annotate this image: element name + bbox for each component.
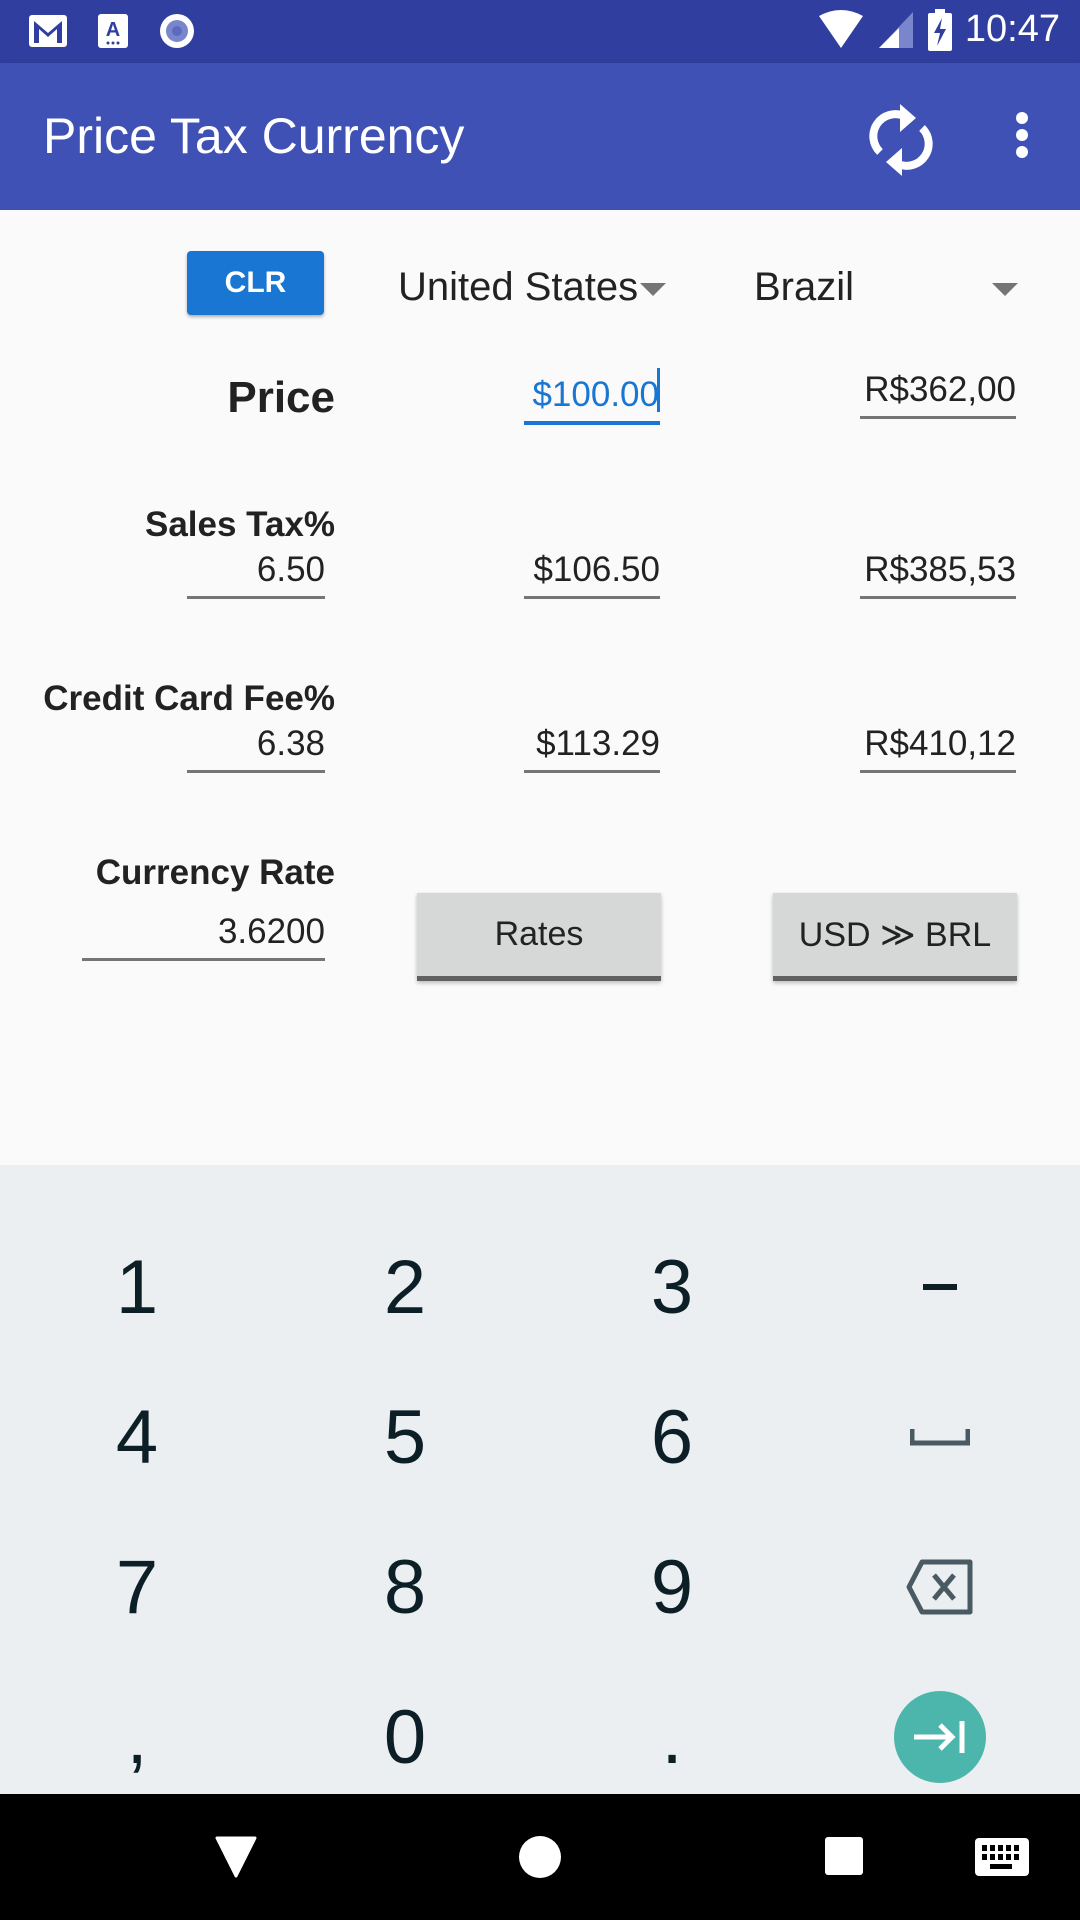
refresh-button[interactable] <box>866 100 936 176</box>
minus-icon <box>923 1284 957 1290</box>
key-space[interactable] <box>840 1367 1040 1507</box>
svg-text:A: A <box>106 19 120 41</box>
credit-card-fee-from-total: $113.29 <box>524 724 660 773</box>
key-1[interactable]: 1 <box>37 1217 237 1357</box>
swap-currency-button[interactable]: USD ≫ BRL <box>773 893 1017 981</box>
price-input-value: $100.00 <box>532 375 659 414</box>
key-7[interactable]: 7 <box>37 1517 237 1657</box>
space-icon <box>910 1429 970 1446</box>
currency-rate-label: Currency Rate <box>95 853 335 892</box>
key-2[interactable]: 2 <box>305 1217 505 1357</box>
to-country-spinner[interactable]: Brazil <box>754 265 1024 310</box>
recents-icon[interactable] <box>824 1836 864 1876</box>
signal-icon <box>878 11 913 48</box>
currency-rate-input[interactable]: 3.6200 <box>82 912 325 961</box>
battery-charging-icon <box>927 8 952 51</box>
dropdown-arrow-icon <box>992 283 1018 296</box>
gmail-icon <box>29 15 67 47</box>
app-bar: Price Tax Currency <box>0 63 1080 210</box>
to-country-value: Brazil <box>754 265 855 309</box>
text-cursor <box>657 368 660 412</box>
sales-tax-from-total: $106.50 <box>524 550 660 599</box>
rates-button[interactable]: Rates <box>417 893 661 981</box>
key-minus[interactable] <box>840 1217 1040 1357</box>
next-field-button <box>894 1691 986 1783</box>
home-icon[interactable] <box>519 1836 561 1878</box>
credit-card-fee-input[interactable]: 6.38 <box>187 724 325 773</box>
app-title: Price Tax Currency <box>43 108 465 164</box>
status-bar: A 10:47 <box>0 0 1080 63</box>
refresh-icon <box>869 104 933 176</box>
key-0[interactable]: 0 <box>305 1667 505 1807</box>
key-backspace[interactable] <box>840 1517 1040 1657</box>
from-country-value: United States <box>398 265 639 309</box>
key-9[interactable]: 9 <box>572 1517 772 1657</box>
key-6[interactable]: 6 <box>572 1367 772 1507</box>
converter-form: CLR United States Brazil Price $100.00 R… <box>0 210 1080 1165</box>
from-country-spinner[interactable]: United States <box>398 265 668 310</box>
credit-card-fee-to-total: R$410,12 <box>860 724 1016 773</box>
backspace-icon <box>906 1559 973 1615</box>
wifi-icon <box>818 9 863 48</box>
key-4[interactable]: 4 <box>37 1367 237 1507</box>
key-3[interactable]: 3 <box>572 1217 772 1357</box>
key-5[interactable]: 5 <box>305 1367 505 1507</box>
sales-tax-input[interactable]: 6.50 <box>187 550 325 599</box>
clear-button[interactable]: CLR <box>187 251 324 315</box>
numeric-keyboard: 1 2 3 4 5 6 7 8 9 , 0 . <box>0 1165 1080 1795</box>
key-comma[interactable]: , <box>37 1667 237 1807</box>
price-label: Price <box>227 373 335 422</box>
key-8[interactable]: 8 <box>305 1517 505 1657</box>
keyboard-icon[interactable] <box>975 1838 1029 1876</box>
navigation-bar <box>0 1794 1080 1920</box>
tab-next-icon <box>914 1721 965 1753</box>
sales-tax-label: Sales Tax% <box>144 505 335 544</box>
key-period[interactable]: . <box>572 1667 772 1807</box>
key-next[interactable] <box>840 1667 1040 1807</box>
credit-card-fee-label: Credit Card Fee% <box>43 679 335 718</box>
more-options-icon <box>1016 112 1028 158</box>
record-icon <box>160 14 194 48</box>
price-input[interactable]: $100.00 <box>524 368 660 425</box>
clock: 10:47 <box>964 8 1060 50</box>
back-icon[interactable] <box>215 1836 257 1878</box>
dropdown-arrow-icon <box>640 283 666 296</box>
sales-tax-to-total: R$385,53 <box>860 550 1016 599</box>
accessibility-icon: A <box>98 14 128 48</box>
price-converted: R$362,00 <box>860 370 1016 419</box>
more-options-button[interactable] <box>1000 100 1044 170</box>
